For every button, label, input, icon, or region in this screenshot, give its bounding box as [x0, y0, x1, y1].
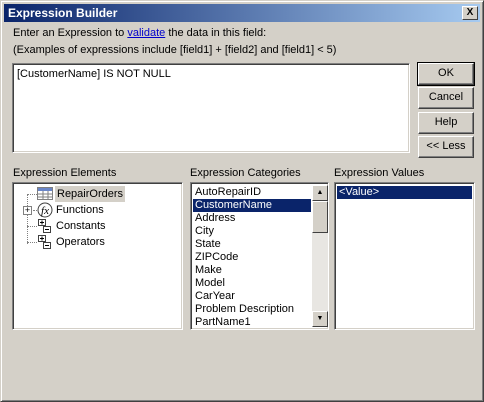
scroll-up-button[interactable]: ▲ — [312, 185, 328, 201]
list-item[interactable]: Model — [193, 277, 311, 290]
instruction-prefix: Enter an Expression to — [13, 27, 128, 39]
elements-tree[interactable]: RepairOrders + fx Functions Constants Op… — [12, 182, 183, 330]
close-button[interactable]: X — [462, 6, 478, 20]
values-label: Expression Values — [334, 167, 425, 179]
list-item[interactable]: CarYear — [193, 290, 311, 303]
instruction-line-1: Enter an Expression to validate the data… — [13, 27, 266, 39]
cancel-button[interactable]: Cancel — [418, 87, 474, 109]
expand-icon[interactable]: + — [23, 206, 32, 215]
function-icon: fx — [37, 202, 53, 218]
list-item[interactable]: Problem Description — [193, 303, 311, 316]
operators-icon — [38, 235, 51, 249]
list-item[interactable]: PartName1 — [193, 316, 311, 329]
list-item[interactable]: Address — [193, 212, 311, 225]
instruction-suffix: the data in this field: — [165, 27, 267, 39]
list-item[interactable]: City — [193, 225, 311, 238]
tree-item-label: RepairOrders — [57, 188, 124, 200]
constants-icon — [38, 219, 51, 233]
tree-item-label: Constants — [56, 220, 106, 232]
scroll-thumb[interactable] — [312, 201, 328, 233]
table-icon — [37, 187, 53, 200]
instruction-line-2: (Examples of expressions include [field1… — [13, 44, 337, 56]
tree-item-repairorders[interactable]: RepairOrders — [55, 186, 126, 202]
tree-item-functions[interactable]: Functions — [56, 202, 104, 218]
help-button[interactable]: Help — [418, 112, 474, 134]
tree-line — [27, 194, 28, 244]
list-item[interactable]: Make — [193, 264, 311, 277]
ok-button[interactable]: OK — [417, 62, 475, 86]
expression-textbox[interactable]: [CustomerName] IS NOT NULL — [12, 63, 410, 153]
tree-item-label: Functions — [56, 204, 104, 216]
tree-line — [27, 226, 37, 227]
list-item[interactable]: AutoRepairID — [193, 186, 311, 199]
window-title: Expression Builder — [8, 6, 118, 20]
categories-label: Expression Categories — [190, 167, 301, 179]
tree-line — [27, 194, 37, 195]
categories-list[interactable]: AutoRepairID CustomerName Address City S… — [190, 182, 329, 330]
expression-text: [CustomerName] IS NOT NULL — [17, 68, 171, 80]
list-item[interactable]: <Value> — [337, 186, 472, 199]
arrow-up-icon: ▲ — [316, 189, 324, 196]
expression-builder-window: Expression Builder X Enter an Expression… — [0, 0, 484, 402]
categories-scrollbar[interactable]: ▲ ▼ — [312, 185, 328, 327]
elements-label: Expression Elements — [13, 167, 117, 179]
list-item[interactable]: State — [193, 238, 311, 251]
arrow-down-icon: ▼ — [316, 315, 324, 322]
tree-line — [27, 242, 37, 243]
list-item[interactable]: ZIPCode — [193, 251, 311, 264]
less-button[interactable]: << Less — [418, 136, 474, 158]
validate-link[interactable]: validate — [127, 27, 165, 39]
scroll-down-button[interactable]: ▼ — [312, 311, 328, 327]
values-list[interactable]: <Value> — [334, 182, 475, 330]
tree-item-constants[interactable]: Constants — [56, 218, 106, 234]
title-bar[interactable]: Expression Builder X — [4, 4, 480, 22]
list-item[interactable]: CustomerName — [193, 199, 311, 212]
tree-item-label: Operators — [56, 236, 105, 248]
tree-item-operators[interactable]: Operators — [56, 234, 105, 250]
svg-text:fx: fx — [41, 205, 49, 217]
close-icon: X — [466, 7, 474, 18]
